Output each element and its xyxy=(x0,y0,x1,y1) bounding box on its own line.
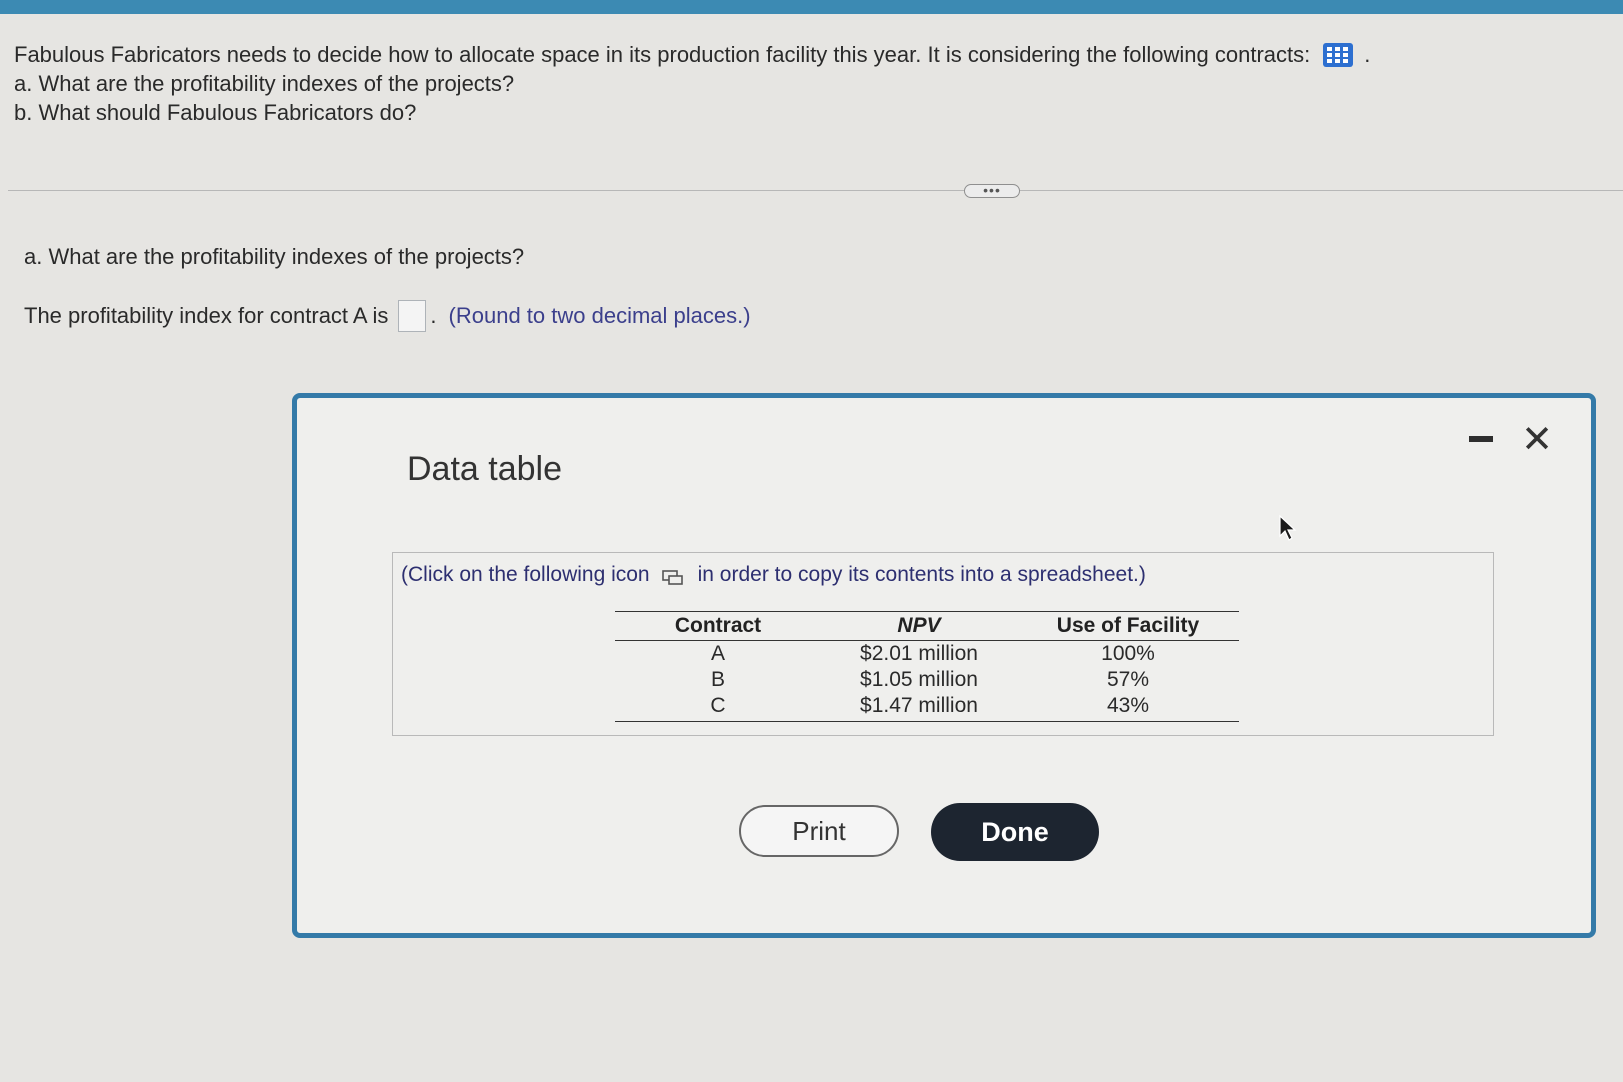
intro-line: Fabulous Fabricators needs to decide how… xyxy=(14,42,1311,67)
mouse-pointer-icon xyxy=(1278,514,1298,547)
answer-suffix: . xyxy=(430,303,437,328)
cell-npv: $2.01 million xyxy=(860,642,978,665)
question-label: a. What are the profitability indexes of… xyxy=(24,244,525,269)
table-row: A $2.01 million 100% xyxy=(615,641,1239,668)
copy-to-spreadsheet-icon[interactable] xyxy=(661,567,684,585)
copy-note-pre: (Click on the following icon xyxy=(401,563,650,586)
table-row: C $1.47 million 43% xyxy=(615,693,1239,722)
cell-use: 57% xyxy=(1106,668,1150,691)
question-a-text: a. What are the profitability indexes of… xyxy=(14,71,515,96)
problem-statement: Fabulous Fabricators needs to decide how… xyxy=(14,40,1370,127)
close-icon[interactable]: ✕ xyxy=(1521,420,1553,460)
cell-npv: $1.05 million xyxy=(860,668,978,691)
done-button[interactable]: Done xyxy=(931,803,1099,861)
cell-npv: $1.47 million xyxy=(821,693,1017,722)
cell-use: 43% xyxy=(1017,693,1239,722)
answer-input[interactable] xyxy=(398,300,427,332)
contracts-table: Contract NPV Use of Facility A $2.01 mil… xyxy=(615,611,1239,722)
rounding-note: (Round to two decimal places.) xyxy=(448,303,751,328)
answer-prefix: The profitability index for contract A i… xyxy=(24,303,389,328)
cell-contract: A xyxy=(710,642,725,665)
cell-contract: B xyxy=(710,668,725,691)
top-bar xyxy=(0,0,1623,14)
cell-use: 100% xyxy=(1101,642,1155,665)
header-contract: Contract xyxy=(615,611,821,641)
dialog-title: Data table xyxy=(407,450,562,488)
header-use-of-facility: Use of Facility xyxy=(1017,611,1239,641)
question-b-text: b. What should Fabulous Fabricators do? xyxy=(14,100,417,125)
section-divider xyxy=(8,190,1623,191)
minimize-icon[interactable] xyxy=(1469,436,1493,442)
expand-more-button[interactable]: ••• xyxy=(964,183,1020,198)
header-npv: NPV xyxy=(821,611,1017,641)
copy-instruction: (Click on the following icon in order to… xyxy=(401,563,1146,587)
copy-note-post: in order to copy its contents into a spr… xyxy=(697,563,1146,586)
print-button[interactable]: Print xyxy=(739,805,899,857)
cell-contract: C xyxy=(615,693,821,722)
data-table-panel: (Click on the following icon in order to… xyxy=(392,552,1494,736)
data-table-icon[interactable] xyxy=(1322,42,1354,68)
intro-period: . xyxy=(1364,42,1371,67)
data-table-dialog: Data table ✕ (Click on the following ico… xyxy=(292,393,1596,938)
table-row: B $1.05 million 57% xyxy=(615,667,1239,693)
answer-row: The profitability index for contract A i… xyxy=(24,300,751,332)
